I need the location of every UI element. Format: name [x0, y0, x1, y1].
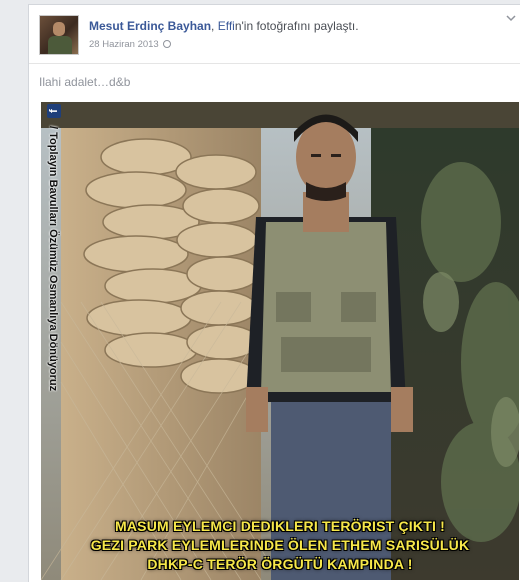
- author-name-link[interactable]: Mesut Erdinç Bayhan: [89, 19, 211, 33]
- post-header: Mesut Erdinç Bayhan, Effin'in fotoğrafın…: [89, 19, 359, 33]
- photo-caption: MASUM EYLEMCI DEDIKLERI TERÖRIST ÇIKTI !…: [41, 517, 519, 574]
- photo-scene: [41, 102, 519, 580]
- post-date-text: 28 Haziran 2013: [89, 39, 159, 50]
- shared-photo[interactable]: f / Toplayın Bavulları Özümüz Osmanlıya …: [41, 102, 519, 580]
- facebook-logo-icon: f: [47, 104, 61, 118]
- header-divider: [29, 63, 520, 64]
- avatar-face: [53, 22, 65, 36]
- shared-suffix: n'in fotoğrafını paylaştı.: [234, 19, 359, 33]
- post-card: Mesut Erdinç Bayhan, Effin'in fotoğrafın…: [28, 4, 520, 582]
- avatar-body: [48, 36, 72, 54]
- watermark-text: / Toplayın Bavulları Özümüz Osmanlıya Dö…: [47, 126, 59, 392]
- status-text: Ilahi adalet…d&b: [39, 75, 131, 89]
- globe-icon: [162, 40, 171, 48]
- friend-name-link[interactable]: Effi: [218, 19, 235, 33]
- caption-line-2: GEZI PARK EYLEMLERINDE ÖLEN ETHEM SARISÜ…: [90, 537, 470, 553]
- shared-prefix: ,: [211, 19, 218, 33]
- post-date[interactable]: 28 Haziran 2013: [89, 39, 171, 50]
- chevron-down-icon[interactable]: [506, 13, 516, 23]
- photo-watermark: f / Toplayın Bavulları Özümüz Osmanlıya …: [45, 104, 61, 488]
- author-avatar[interactable]: [39, 15, 79, 55]
- caption-line-1: MASUM EYLEMCI DEDIKLERI TERÖRIST ÇIKTI !: [115, 518, 445, 534]
- caption-line-3: DHKP-C TERÖR ÖRGÜTÜ KAMPINDA !: [147, 556, 413, 572]
